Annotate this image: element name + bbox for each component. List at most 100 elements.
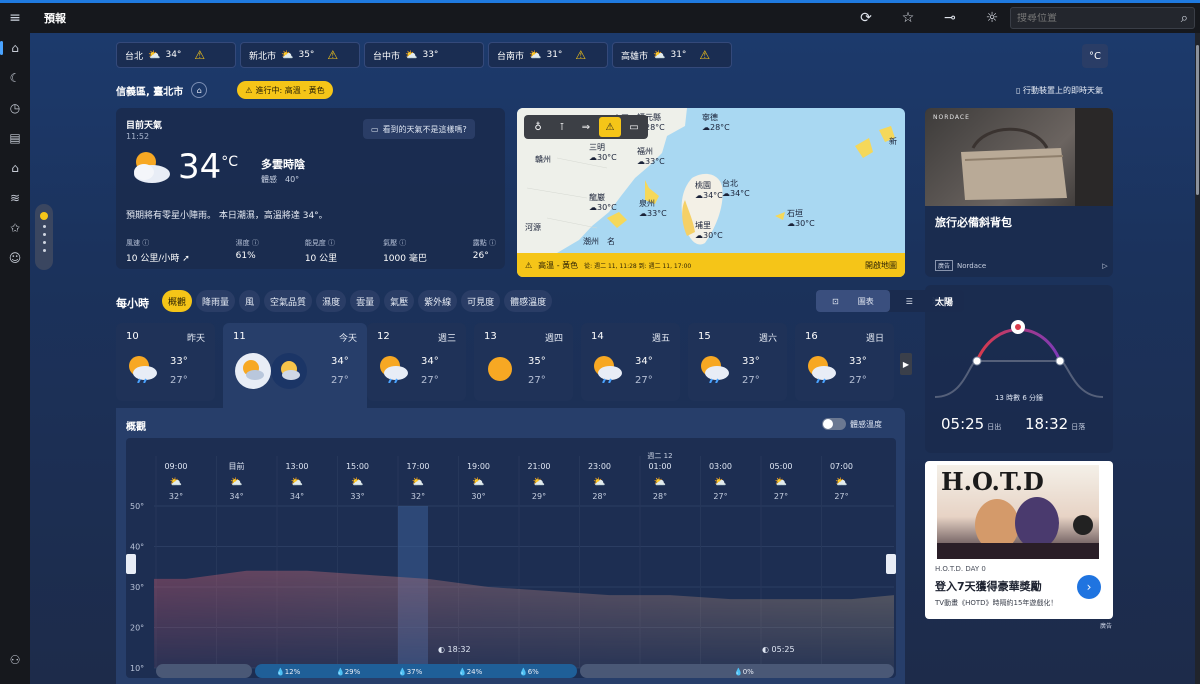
day-number: 14 (591, 331, 604, 342)
hourly-chip[interactable]: 濕度 (316, 290, 347, 312)
feels-like-toggle[interactable]: 體感溫度 (822, 418, 882, 430)
precip-layer-icon[interactable]: ♁ (527, 117, 549, 137)
day-high: 35° (528, 356, 546, 367)
hourly-chip[interactable]: 概觀 (162, 290, 193, 312)
ad-card-backpack[interactable]: NORDACE 旅行必備斜背包 廣告 Nordace ▷ (925, 108, 1113, 277)
x-tick-label: 23:00 (588, 462, 611, 471)
hourly-chip[interactable]: 可見度 (461, 290, 501, 312)
hourly-chip[interactable]: 雲量 (350, 290, 381, 312)
smile-icon: ☺ (8, 251, 22, 265)
city-tile[interactable]: 台中市 ⛅ 33° (364, 42, 484, 68)
map-city-name: 河源 (525, 223, 541, 232)
map-city-pin[interactable]: 桃園 ☁34°C (695, 180, 723, 200)
days-next-arrow[interactable]: ▶ (900, 353, 912, 375)
search-box[interactable]: ⌕ (1010, 7, 1195, 29)
day-card[interactable]: 10 昨天 33° 27° (116, 323, 215, 401)
ad-play-icon[interactable]: ▷ (1102, 262, 1107, 270)
hamburger-menu-icon[interactable]: ≡ (0, 10, 30, 26)
search-input[interactable] (1017, 12, 1181, 24)
open-map-link[interactable]: 開啟地圖 (865, 260, 897, 271)
sidebar-item-trends[interactable]: ≋ (0, 183, 30, 213)
hour-weather-icon: ⛅ (291, 476, 303, 488)
feedback-button[interactable]: ▭ 看到的天氣不是這樣嗎? (363, 119, 475, 139)
hourly-chip[interactable]: 紫外線 (418, 290, 458, 312)
chat-icon: ▭ (371, 124, 379, 134)
map-city-pin[interactable]: 贛州 (535, 154, 551, 165)
map-city-pin[interactable]: 三明 ☁30°C (589, 142, 617, 162)
day-card[interactable]: 11 今天 34° 27° (223, 323, 367, 409)
location-name: 信義區, 臺北市 (116, 86, 184, 98)
sidebar-item-home[interactable]: ⌂ (0, 33, 30, 63)
map-city-pin[interactable]: 埔里 ☁30°C (695, 220, 723, 240)
map-city-name: 三明 (589, 143, 605, 152)
map-city-temp: ☁30°C (589, 203, 617, 212)
map-city-pin[interactable]: 龍巖 ☁30°C (589, 192, 617, 212)
home-location-icon[interactable]: ⌂ (191, 82, 208, 98)
clock-icon: ◷ (9, 101, 21, 115)
map-city-pin[interactable]: 潮州 (583, 236, 599, 247)
day-card[interactable]: 14 週五 34° 27° (581, 323, 680, 401)
sidebar-item-calendar[interactable]: ▤ (0, 123, 30, 153)
mobile-weather-link[interactable]: ▯ 行動裝置上的即時天氣 (1016, 85, 1103, 96)
map-city-pin[interactable]: 台北 ☁34°C (722, 178, 750, 198)
toggle-switch[interactable] (822, 418, 846, 430)
hourly-chip[interactable]: 空氣品質 (264, 290, 313, 312)
sidebar-item-history[interactable]: ◷ (0, 93, 30, 123)
alert-layer-icon[interactable]: ⚠ (599, 117, 621, 137)
wind-layer-icon[interactable]: ⇒ (575, 117, 597, 137)
map-city-pin[interactable]: 福州 ☁33°C (637, 146, 665, 166)
map-city-pin[interactable]: 寧德 ☁28°C (702, 112, 730, 132)
sidebar-item-places[interactable]: ⌂ (0, 153, 30, 183)
temperature-layer-icon[interactable]: ⊺ (551, 117, 573, 137)
scrollbar-thumb[interactable] (1196, 45, 1199, 195)
chart-view-button[interactable]: ⊡ 圖表 (816, 290, 890, 312)
ad-card-game[interactable]: H.O.T.D H.O.T.D. DAY 0 登入7天獲得豪華獎勵 TV動畫《H… (925, 461, 1113, 619)
x-tick-label: 目前 (229, 461, 245, 471)
day-card[interactable]: 15 週六 33° 27° (688, 323, 787, 401)
sidebar-item-map[interactable]: ☾ (0, 63, 30, 93)
map-city-pin[interactable]: 名 (607, 236, 615, 247)
hourly-chip[interactable]: 降雨量 (196, 290, 236, 312)
page-scrollbar[interactable] (1195, 33, 1200, 684)
map-city-name: 埔里 (695, 221, 711, 230)
current-summary: 預期將有零星小陣雨。 本日潮濕，高溫將達 34°。 (126, 211, 328, 221)
ad-go-arrow-icon[interactable]: › (1077, 575, 1101, 599)
map-city-name: 台北 (722, 179, 738, 188)
sidebar-item-account[interactable]: ⚇ (0, 645, 30, 675)
map-city-pin[interactable]: 泉州 ☁33°C (639, 198, 667, 218)
day-card[interactable]: 13 週四 35° 27° (474, 323, 573, 401)
chart-next-arrow (886, 554, 896, 574)
city-tile[interactable]: 台南市 ⛅ 31° ⚠ (488, 42, 608, 68)
map-city-pin[interactable]: 河源 (525, 222, 541, 233)
hourly-chip[interactable]: 體感溫度 (504, 290, 553, 312)
day-name: 今天 (338, 334, 357, 344)
day-card[interactable]: 16 週日 33° 27° (795, 323, 894, 401)
sidebar-item-favorites[interactable]: ✩ (0, 213, 30, 243)
y-tick-label: 30° (130, 583, 144, 592)
hourly-chip[interactable]: 氣壓 (384, 290, 415, 312)
location-row: 信義區, 臺北市 ⌂ ⚠ 進行中: 高溫 - 黃色 (116, 81, 333, 99)
weather-map-card[interactable]: 新福元縣☁28°C寧德☁28°C南平三明☁30°C福州☁33°C贛州龍巖☁30°… (517, 108, 905, 277)
city-tile[interactable]: 台北 ⛅ 34° ⚠ (116, 42, 236, 68)
city-tile[interactable]: 新北市 ⛅ 35° ⚠ (240, 42, 360, 68)
comment-layer-icon[interactable]: ▭ (623, 117, 645, 137)
refresh-icon[interactable]: ⟳ (845, 10, 887, 26)
metric-label: 能見度 ⓘ (304, 239, 336, 247)
alert-pill[interactable]: ⚠ 進行中: 高溫 - 黃色 (237, 81, 333, 99)
settings-sun-icon[interactable]: ☼ (971, 10, 1013, 26)
hourly-chip[interactable]: 風 (239, 290, 261, 312)
unit-toggle-button[interactable]: °C (1082, 44, 1108, 68)
sidebar-item-emoji[interactable]: ☺ (0, 243, 30, 273)
quick-panel-handle[interactable] (35, 204, 53, 270)
map-city-pin[interactable]: 新 (889, 136, 897, 147)
pin-icon[interactable]: ⊸ (929, 10, 971, 26)
favorite-star-icon[interactable]: ☆ (887, 10, 929, 26)
metric-item: 氣壓 ⓘ 1000 毫巴 (383, 238, 427, 264)
day-card[interactable]: 12 週三 34° 27° (367, 323, 466, 401)
search-icon[interactable]: ⌕ (1181, 11, 1188, 26)
day-low: 27° (742, 375, 760, 386)
mobile-weather-link-text: 行動裝置上的即時天氣 (1022, 86, 1103, 95)
ad-brand: Nordace (957, 261, 987, 270)
map-city-pin[interactable]: 石垣 ☁30°C (787, 208, 815, 228)
city-tile[interactable]: 高雄市 ⛅ 31° ⚠ (612, 42, 732, 68)
